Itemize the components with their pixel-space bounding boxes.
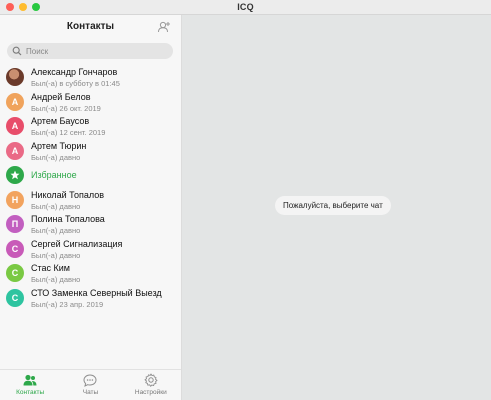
close-window-button[interactable] (6, 3, 14, 11)
window-controls (6, 3, 40, 11)
title-bar: ICQ (0, 0, 491, 15)
contact-row-artem-bausov[interactable]: А Артем Баусов Был(-а) 12 сент. 2019 (0, 115, 181, 140)
chats-icon (83, 373, 97, 387)
contact-row-sergey-signalizatsiya[interactable]: С Сергей Сигнализация Был(-а) давно (0, 238, 181, 263)
settings-icon (144, 373, 158, 387)
search-box[interactable] (7, 43, 173, 59)
add-user-icon (158, 21, 170, 33)
contact-row-artem-tyurin[interactable]: А Артем Тюрин Был(-а) давно (0, 140, 181, 165)
search-input[interactable] (26, 46, 166, 56)
tab-bar: Контакты Чаты Настройки (0, 369, 181, 400)
contact-row-aleksandr-goncharov[interactable]: Александр Гончаров Был(-а) в субботу в 0… (0, 66, 181, 91)
contact-row-andrey-belov[interactable]: А Андрей Белов Был(-а) 26 окт. 2019 (0, 91, 181, 116)
contact-status: Был(-а) 23 апр. 2019 (31, 299, 104, 309)
contact-status: Был(-а) в субботу в 01:45 (31, 79, 120, 88)
tab-label: Настройки (134, 389, 167, 396)
tab-chats[interactable]: Чаты (60, 370, 120, 400)
contact-name: Артем Баусов (31, 116, 90, 126)
avatar: А (6, 117, 24, 135)
sidebar: Контакты Поиск Александр Гончаров Был(-а… (0, 15, 182, 400)
tab-label: Чаты (82, 389, 99, 396)
contact-name: СТО Заменка Северный Выезд (31, 287, 162, 298)
contact-name: Полина Топалова (31, 214, 105, 224)
avatar: Н (6, 190, 24, 209)
avatar: С (6, 239, 24, 258)
tab-settings[interactable]: Настройки (121, 370, 181, 400)
contact-name: Артем Тюрин (31, 140, 87, 151)
contact-status: Был(-а) давно (31, 152, 81, 162)
avatar: С (6, 288, 24, 307)
avatar (6, 166, 24, 184)
star-icon (10, 170, 20, 180)
contact-name: Андрей Белов (31, 91, 91, 102)
avatar: П (6, 215, 24, 233)
contact-name: Александр Гончаров (31, 67, 118, 77)
minimize-window-button[interactable] (19, 3, 27, 11)
contact-status: Был(-а) давно (31, 275, 81, 284)
tab-contacts[interactable]: Контакты (0, 370, 60, 400)
maximize-window-button[interactable] (32, 3, 40, 11)
add-contact-button[interactable] (157, 20, 171, 34)
contact-status: Был(-а) давно (31, 250, 81, 260)
contact-row-favorites[interactable]: Избранное (0, 164, 181, 189)
contact-row-stas-kim[interactable]: С Стас Ким Был(-а) давно (0, 262, 181, 287)
avatar: А (6, 141, 24, 160)
contact-status: Был(-а) 26 окт. 2019 (31, 103, 101, 113)
avatar: С (6, 264, 24, 282)
contact-name: Николай Топалов (31, 189, 104, 200)
chat-area: Пожалуйста, выберите чат (182, 15, 491, 400)
tab-label: Контакты (16, 389, 45, 396)
contact-row-polina-topalova[interactable]: П Полина Топалова Был(-а) давно (0, 213, 181, 238)
window-title: ICQ (237, 2, 254, 12)
contact-list: Александр Гончаров Был(-а) в субботу в 0… (0, 66, 181, 311)
contact-row-nikolay-topalov[interactable]: Н Николай Топалов Был(-а) давно (0, 189, 181, 214)
app-window: ICQ Контакты Поиск Александр Гончаров Бы… (0, 0, 491, 400)
select-chat-hint: Пожалуйста, выберите чат (275, 196, 391, 215)
contact-name: Избранное (31, 170, 77, 180)
contact-status: Был(-а) давно (31, 201, 81, 211)
search-icon (12, 46, 22, 56)
contacts-icon (23, 373, 37, 387)
contact-status: Был(-а) 12 сент. 2019 (31, 128, 106, 137)
sidebar-title: Контакты (66, 21, 115, 32)
contact-name: Сергей Сигнализация (31, 238, 123, 249)
avatar (6, 68, 24, 86)
contact-row-sto-zamenka[interactable]: С СТО Заменка Северный Выезд Был(-а) 23 … (0, 287, 181, 312)
sidebar-header: Контакты (0, 15, 181, 39)
avatar: А (6, 92, 24, 111)
contact-status: Был(-а) давно (31, 226, 81, 235)
contact-name: Стас Ким (31, 263, 70, 273)
